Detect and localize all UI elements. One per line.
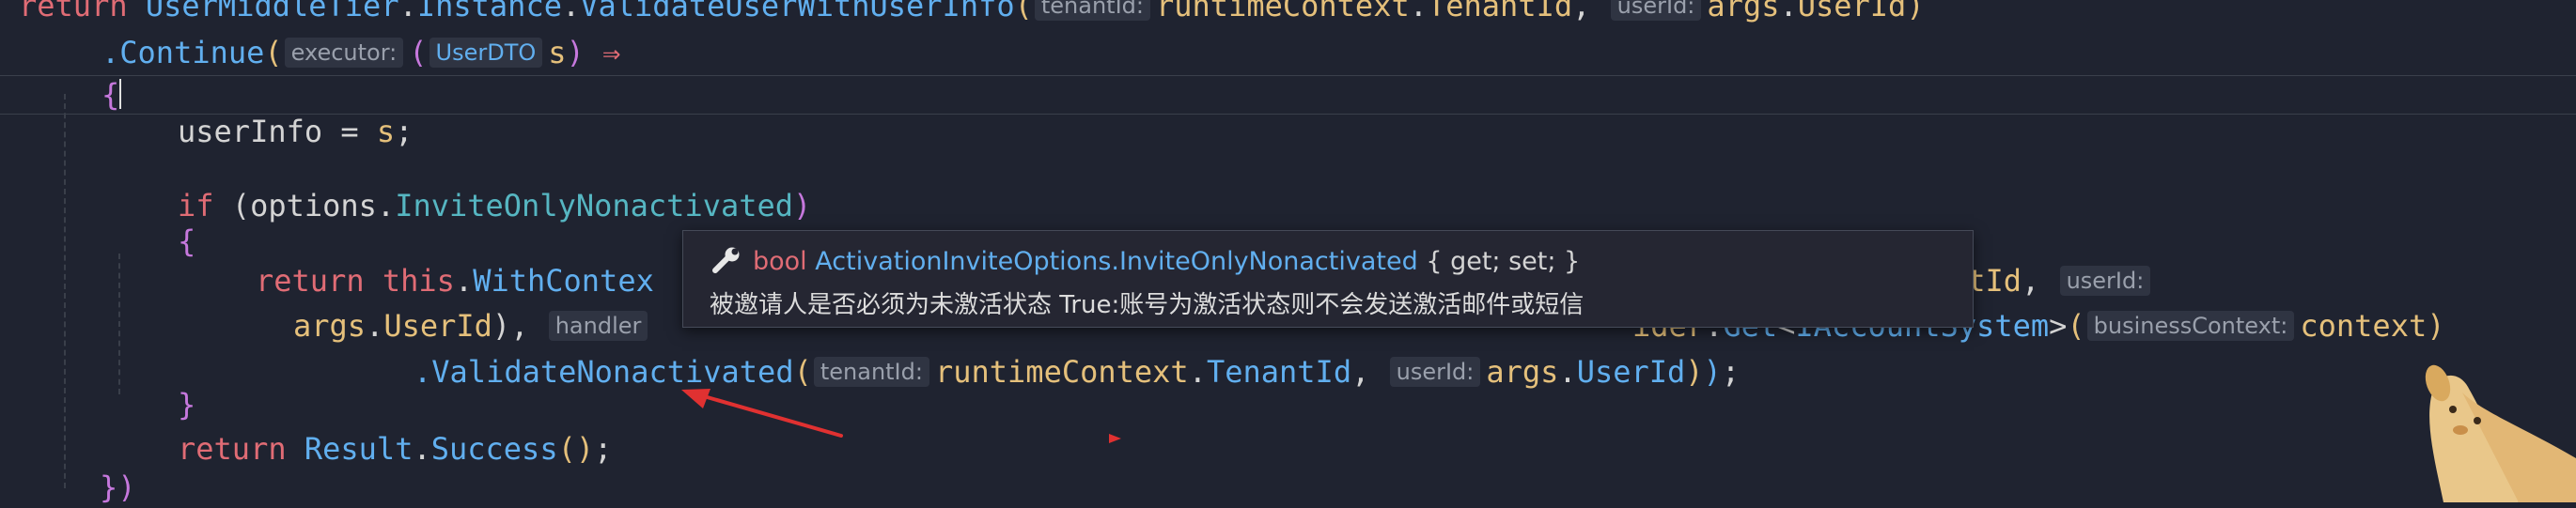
mascot-image: [2425, 364, 2576, 502]
annotation-arrow: [681, 389, 843, 438]
annotation-overlay: [681, 389, 1121, 443]
annotation-dot: [1109, 434, 1121, 443]
code-editor[interactable]: return UserMiddleTier.Instance.ValidateU…: [0, 0, 2576, 505]
